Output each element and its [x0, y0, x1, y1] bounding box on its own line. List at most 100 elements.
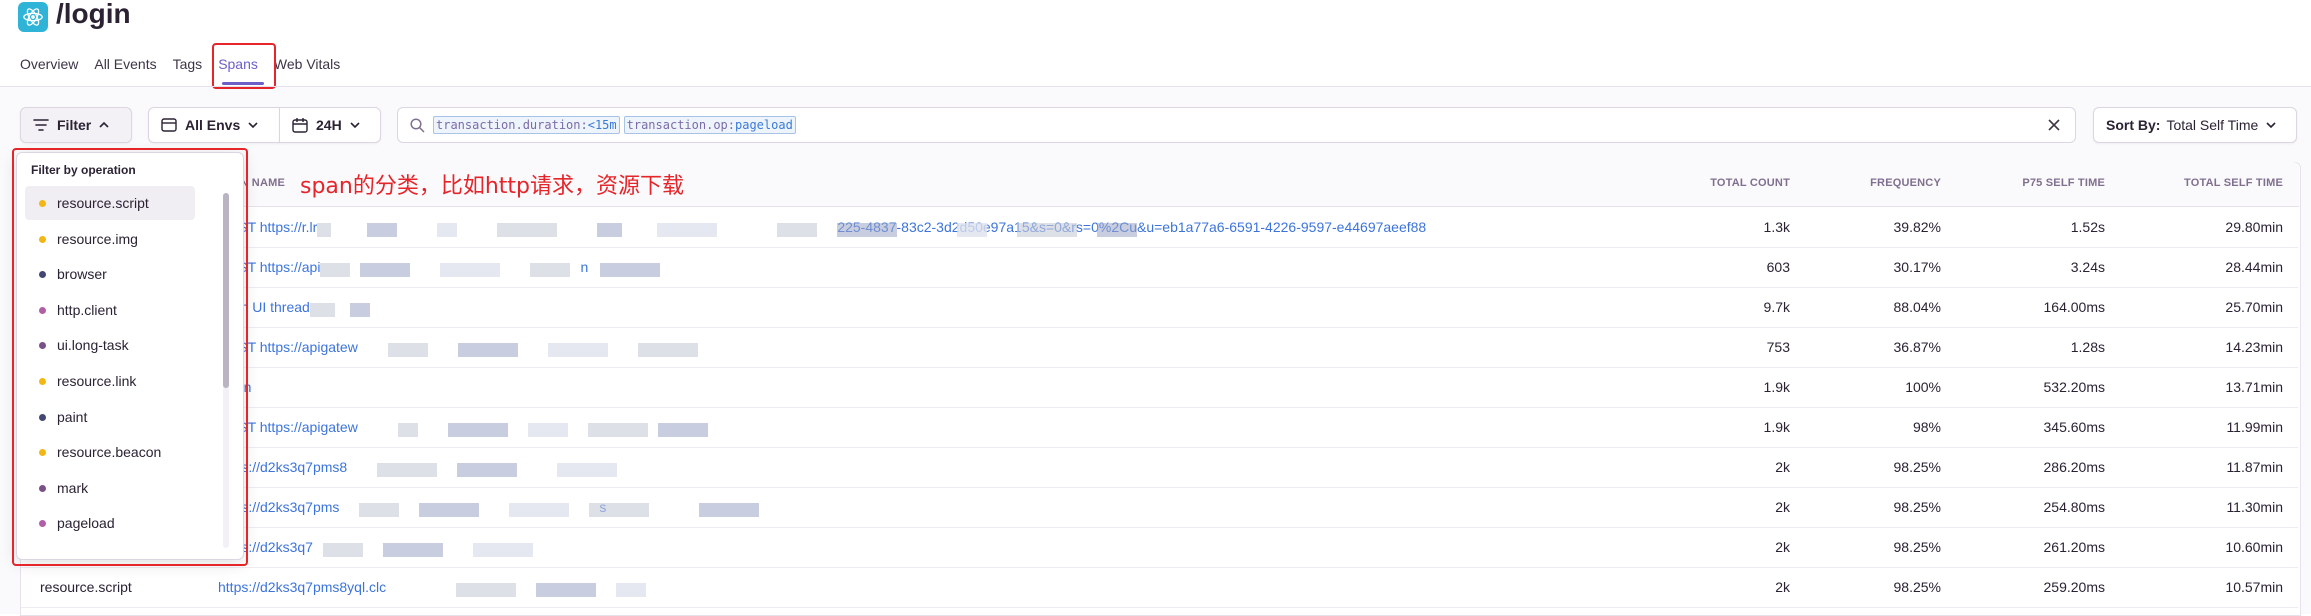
redaction-block [456, 583, 517, 598]
span-name-link[interactable]: POST https://apigatew [218, 419, 1598, 438]
clear-search-icon[interactable] [2047, 118, 2061, 132]
redaction-block [309, 303, 335, 318]
redaction-block [457, 463, 518, 478]
filter-button[interactable]: Filter [20, 107, 132, 143]
span-name-link[interactable]: POST https://api n [218, 259, 1598, 278]
tab-tags[interactable]: Tags [173, 54, 211, 72]
row-total-self-time: 14.23min [2225, 339, 2283, 355]
calendar-icon [292, 117, 308, 133]
redaction-block [397, 423, 418, 438]
redacted-text [320, 259, 661, 278]
tab-overview[interactable]: Overview [20, 54, 86, 72]
redaction-block [837, 223, 898, 238]
row-total-self-time: 13.71min [2225, 379, 2283, 395]
redacted-text [317, 219, 1138, 238]
search-icon [410, 117, 425, 133]
row-total-self-time: 11.87min [2226, 459, 2283, 475]
redaction-block [699, 503, 760, 518]
filter-lines-icon [33, 118, 49, 132]
date-range-selector[interactable]: 24H [279, 107, 381, 143]
search-token-duration[interactable]: transaction.duration:<15m [433, 116, 620, 134]
search-input[interactable]: transaction.duration:<15m transaction.op… [397, 107, 2076, 143]
redaction-block [536, 583, 597, 598]
tab-web-vitals[interactable]: Web Vitals [274, 54, 348, 72]
env-label: All Envs [185, 117, 241, 133]
span-name-link[interactable]: POST https://apigatew [218, 339, 1598, 358]
row-p75-self-time: 254.80ms [2043, 499, 2105, 515]
token-value: pageload [735, 118, 793, 132]
spans-tab-annotation-box [212, 43, 276, 89]
redaction-block [616, 583, 647, 598]
redaction-block [419, 503, 480, 518]
header-divider [0, 86, 2311, 87]
span-name-link[interactable]: https://d2ks3q7 [218, 539, 1598, 558]
row-total-self-time: 28.44min [2225, 259, 2283, 275]
row-total-self-time: 25.70min [2225, 299, 2283, 315]
redaction-block [637, 343, 698, 358]
redaction-block [320, 263, 351, 278]
sort-prefix: Sort By: [2106, 117, 2161, 133]
redaction-block [447, 423, 508, 438]
row-p75-self-time: 1.52s [2070, 219, 2105, 235]
chevron-up-icon [99, 121, 109, 129]
redaction-block [657, 223, 718, 238]
dropdown-annotation-box [12, 148, 248, 566]
span-name-link[interactable]: Main UI thread [218, 299, 1598, 318]
token-value: <15m [587, 118, 617, 132]
react-atom-icon [18, 2, 48, 32]
page-title: /login [56, 0, 131, 29]
redaction-block [382, 543, 443, 558]
redaction-block [317, 223, 332, 238]
row-total-self-time: 29.80min [2225, 219, 2283, 235]
span-name-link[interactable]: https://d2ks3q7pms8 [218, 459, 1598, 478]
row-p75-self-time: 3.24s [2070, 259, 2105, 275]
redaction-block [360, 263, 411, 278]
row-p75-self-time: 345.60ms [2043, 419, 2105, 435]
row-total-self-time: 10.60min [2225, 539, 2283, 555]
redaction-block [497, 223, 558, 238]
redaction-block [349, 303, 370, 318]
row-total-self-time: 11.30min [2226, 499, 2283, 515]
redacted-text [251, 379, 511, 397]
span-name-text: https://d2ks3q7pms8yql.clc [218, 579, 387, 595]
row-p75-self-time: 286.20ms [2043, 459, 2105, 475]
redaction-block [509, 503, 570, 518]
redaction-block [597, 223, 623, 238]
span-name-link[interactable]: https://d2ks3q7pmss [218, 499, 1598, 518]
date-label: 24H [316, 117, 342, 133]
redacted-text [347, 459, 618, 478]
redaction-block [957, 223, 988, 238]
redaction-block [777, 223, 818, 238]
chevron-down-icon [248, 121, 258, 129]
row-p75-self-time: 164.00ms [2043, 299, 2105, 315]
tab-all-events[interactable]: All Events [94, 54, 164, 72]
redacted-text [386, 579, 647, 598]
redaction-block [587, 423, 648, 438]
search-token-op[interactable]: transaction.op:pageload [623, 116, 796, 134]
window-icon [161, 118, 177, 132]
sort-value: Total Self Time [2166, 117, 2259, 133]
chevron-down-icon [350, 121, 360, 129]
span-name-link[interactable]: POST https://r.lr225-4837-83c2-3d2d50e97… [218, 219, 1598, 238]
row-total-self-time: 10.57min [2225, 579, 2283, 595]
redacted-text [313, 539, 573, 558]
filter-label: Filter [57, 117, 92, 133]
redaction-block [589, 503, 650, 518]
column-total-self-time[interactable]: TOTAL SELF TIME [2083, 177, 2283, 189]
environment-selector[interactable]: All Envs [148, 107, 280, 143]
redacted-text [309, 299, 570, 318]
span-name-link[interactable]: /login [218, 379, 1598, 397]
redaction-block [387, 343, 428, 358]
redaction-block [547, 343, 608, 358]
redacted-text [358, 419, 708, 438]
redacted-text [358, 339, 698, 358]
sort-selector[interactable]: Sort By: Total Self Time [2093, 107, 2297, 143]
token-key: transaction.op: [626, 118, 735, 132]
redaction-block [600, 263, 661, 278]
redaction-block [1017, 223, 1078, 238]
row-total-self-time: 11.99min [2226, 419, 2283, 435]
span-name-link[interactable]: https://d2ks3q7pms8yql.clc [218, 579, 1598, 598]
column-p75-self-time[interactable]: P75 SELF TIME [1905, 177, 2105, 189]
redaction-block [359, 503, 400, 518]
redaction-block [557, 463, 618, 478]
